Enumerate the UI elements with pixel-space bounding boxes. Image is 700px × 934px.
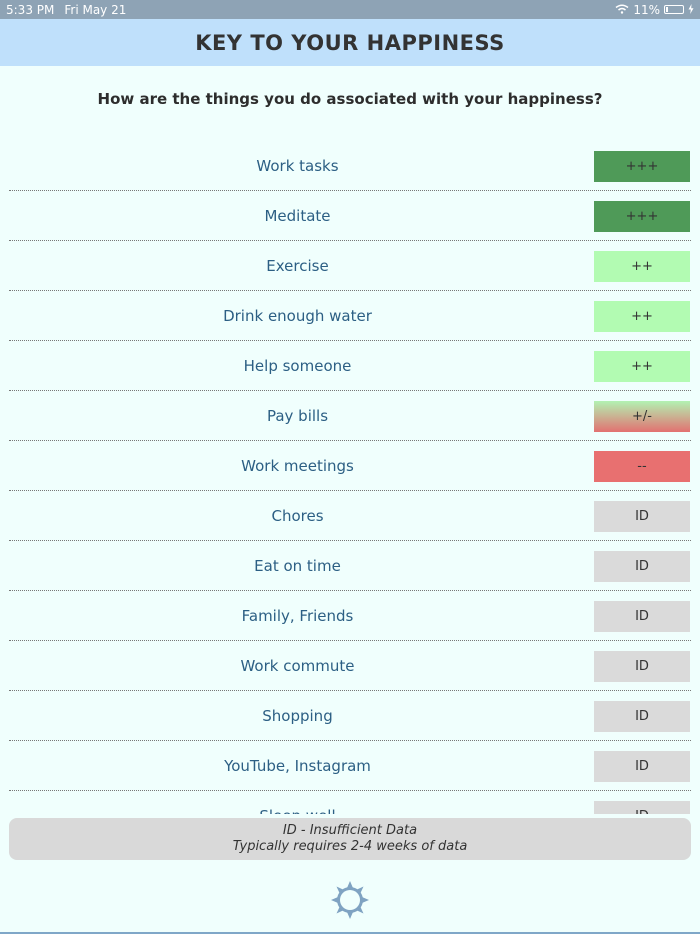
rating-badge[interactable]: ID [594, 601, 690, 632]
rating-badge[interactable]: ++ [594, 301, 690, 332]
activity-label: Pay bills [266, 406, 329, 425]
settings-sun-icon[interactable] [330, 880, 370, 920]
activity-label: Sleep well [9, 791, 586, 815]
activity-list[interactable]: Work tasks +++ Meditate +++ Exercise ++ Drink … [0, 141, 700, 814]
activity-label: YouTube, Instagram [224, 756, 371, 775]
battery-percent: 11% [633, 2, 660, 17]
activity-label: Family, Friends [241, 606, 354, 625]
activity-label: Drink enough water [223, 306, 372, 325]
list-item[interactable]: Work meetings -- [9, 441, 691, 491]
list-item[interactable]: Shopping ID [9, 691, 691, 741]
list-item[interactable]: Sleep well ID [9, 791, 691, 814]
list-item[interactable]: YouTube, Instagram ID [9, 741, 691, 791]
activity-label: Help someone [243, 356, 352, 375]
app-header: KEY TO YOUR HAPPINESS [0, 19, 700, 66]
activity-label: Work meetings [241, 456, 354, 475]
rating-badge[interactable]: ID [594, 551, 690, 582]
rating-badge[interactable]: +++ [594, 151, 690, 182]
list-item[interactable]: Exercise ++ [9, 241, 691, 291]
battery-icon [664, 5, 684, 14]
rating-badge[interactable]: ID [594, 501, 690, 532]
charging-icon [688, 3, 694, 17]
rating-badge[interactable]: +++ [594, 201, 690, 232]
legend-box: ID - Insufficient Data Typically require… [9, 818, 691, 860]
rating-badge[interactable]: -- [594, 451, 690, 482]
status-bar: 5:33 PM Fri May 21 11% [0, 0, 700, 19]
list-item[interactable]: Work commute ID [9, 641, 691, 691]
list-item[interactable]: Pay bills +/- [9, 391, 691, 441]
question-text: How are the things you do associated wit… [97, 90, 603, 108]
status-time: 5:33 PM [6, 2, 55, 17]
legend-line-2: Typically requires 2-4 weeks of data [232, 839, 468, 854]
rating-badge[interactable]: ID [594, 651, 690, 682]
rating-badge[interactable]: ID [594, 701, 690, 732]
activity-label: Shopping [262, 706, 333, 725]
rating-badge[interactable]: ID [594, 801, 690, 814]
wifi-icon [615, 3, 629, 17]
rating-badge[interactable]: ++ [594, 251, 690, 282]
activity-label: Eat on time [254, 556, 341, 575]
rating-badge[interactable]: ++ [594, 351, 690, 382]
page-title: KEY TO YOUR HAPPINESS [195, 30, 505, 55]
list-item[interactable]: Help someone ++ [9, 341, 691, 391]
list-item[interactable]: Chores ID [9, 491, 691, 541]
list-item[interactable]: Meditate +++ [9, 191, 691, 241]
list-item[interactable]: Drink enough water ++ [9, 291, 691, 341]
status-date: Fri May 21 [64, 2, 127, 17]
activity-label: Work commute [240, 656, 355, 675]
rating-badge[interactable]: +/- [594, 401, 690, 432]
activity-label: Work tasks [256, 156, 339, 175]
list-item[interactable]: Eat on time ID [9, 541, 691, 591]
activity-label: Chores [271, 506, 324, 525]
activity-label: Exercise [266, 256, 329, 275]
rating-badge[interactable]: ID [594, 751, 690, 782]
activity-label: Meditate [264, 206, 331, 225]
list-item[interactable]: Family, Friends ID [9, 591, 691, 641]
list-item[interactable]: Work tasks +++ [9, 141, 691, 191]
legend-line-1: ID - Insufficient Data [282, 823, 418, 838]
